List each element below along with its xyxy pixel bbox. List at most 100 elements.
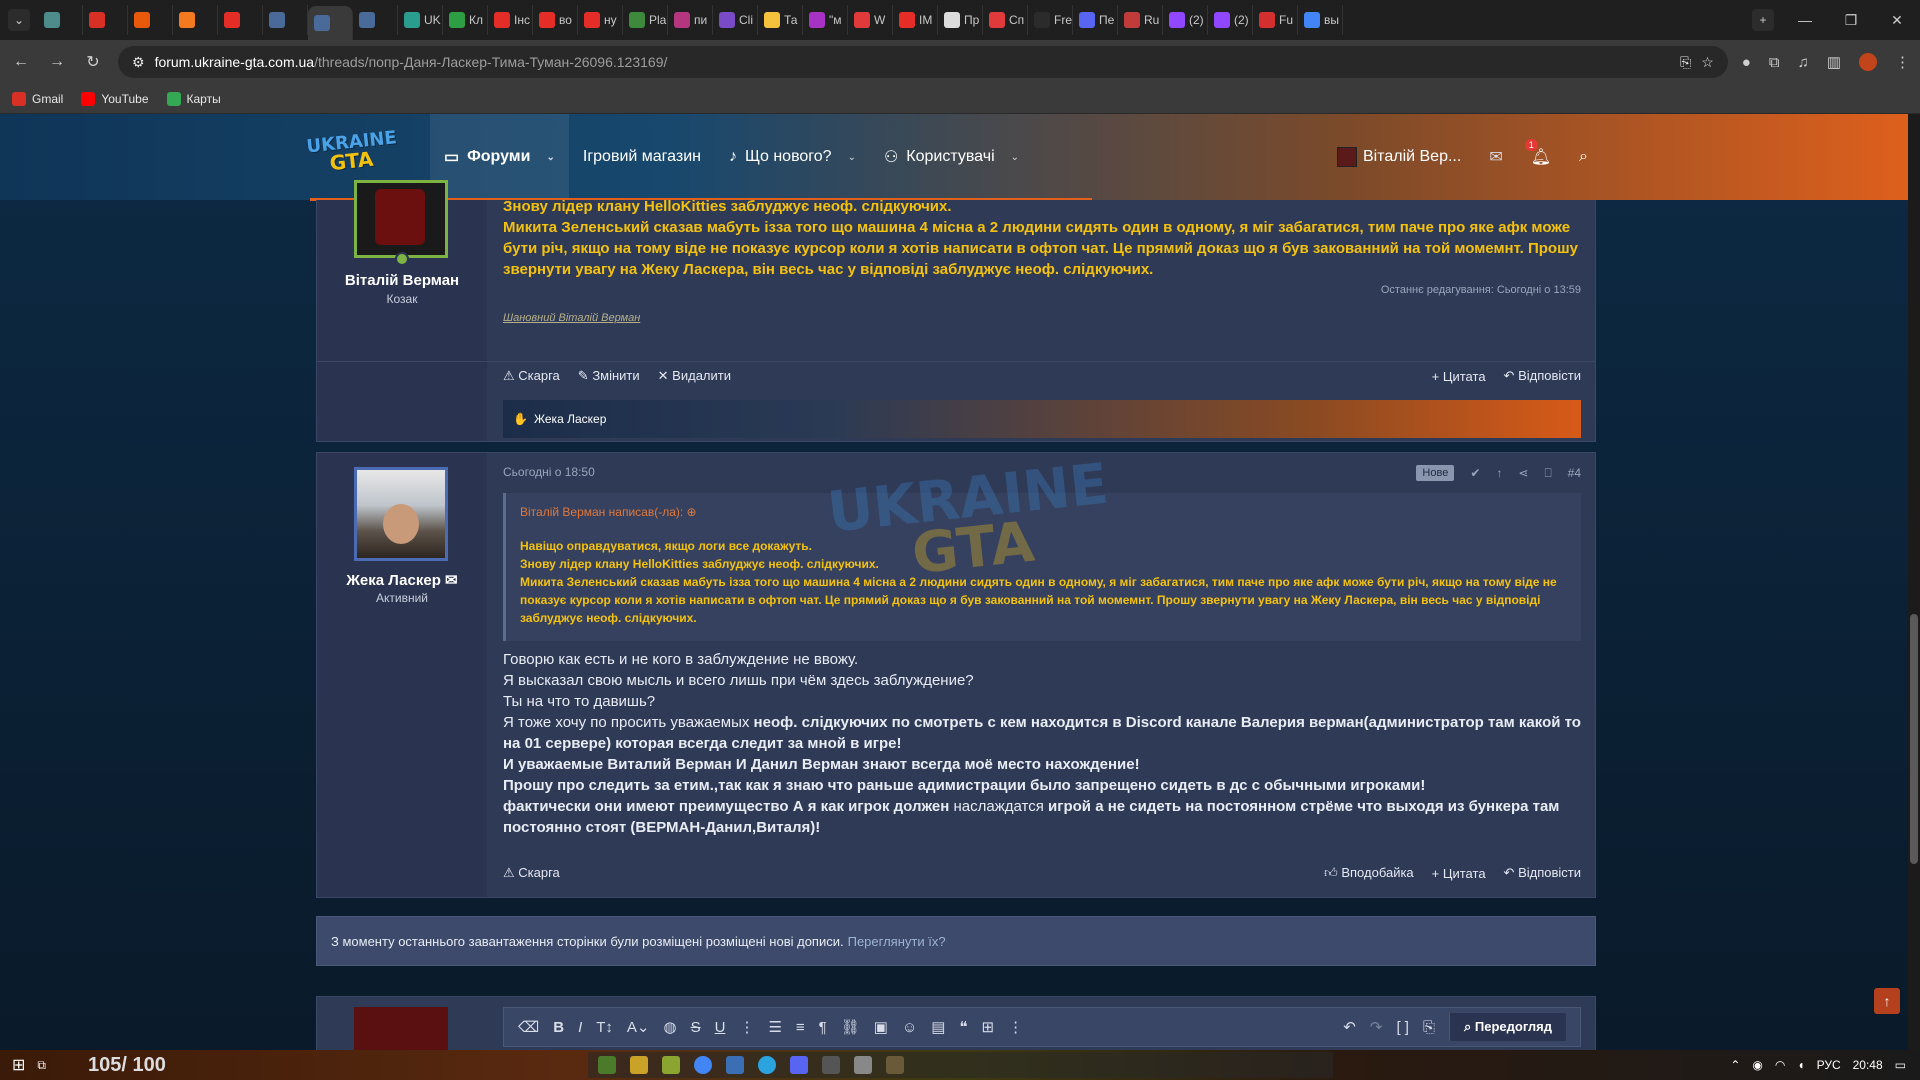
avatar[interactable] [354,1007,448,1050]
table-icon[interactable]: ⊞ [982,1018,995,1036]
post-number[interactable]: #4 [1568,466,1581,480]
paragraph-icon[interactable]: ¶ [819,1019,827,1036]
post-author-name[interactable]: Віталій Верман [317,272,487,289]
browser-tab[interactable] [218,5,263,35]
minimize-button[interactable]: — [1782,12,1828,29]
browser-tab[interactable]: Сп [983,5,1028,35]
view-new-posts-link[interactable]: Переглянути їх? [848,934,946,949]
scroll-to-top-button[interactable]: ↑ [1874,988,1900,1014]
check-icon[interactable]: ✔ [1470,466,1480,480]
profile-avatar-icon[interactable] [1859,53,1877,71]
list-icon[interactable]: ☰ [768,1018,781,1036]
smiley-icon[interactable]: ☺ [902,1019,917,1036]
start-icon[interactable]: ⊞ [12,1055,25,1075]
browser-tab[interactable]: W [848,5,893,35]
browser-tab[interactable]: Fre [1028,5,1073,35]
image-icon[interactable]: ▣ [874,1018,888,1036]
post-action-like[interactable]: 👍︎ Вподобайка [1324,865,1414,881]
post-action-warning[interactable]: ⚠ Скарга [503,865,560,881]
search-icon[interactable]: ⌕ [1579,148,1588,166]
browser-tab[interactable]: Кл [443,5,488,35]
language-indicator[interactable]: РУС [1817,1058,1841,1072]
browser-tab[interactable]: пи [668,5,713,35]
quote-header[interactable]: Віталій Верман написав(-ла): ⊕ [520,505,697,519]
browser-tab[interactable]: Pla [623,5,668,35]
media-icon[interactable]: ▤ [931,1018,945,1036]
quote-icon[interactable]: ❝ [959,1018,967,1036]
app-icon[interactable] [822,1056,840,1074]
app-icon[interactable] [598,1056,616,1074]
volume-icon[interactable]: ◖ [1797,1058,1804,1072]
palette-icon[interactable]: ◍ [663,1018,676,1036]
post-action-warning[interactable]: ⚠ Скарга [503,368,560,384]
post-action-plus[interactable]: + Цитата [1432,866,1486,881]
bold-icon[interactable]: B [553,1019,564,1036]
browser-tab[interactable]: Cli [713,5,758,35]
chevron-down-icon[interactable]: ⌄ [1011,152,1019,163]
post-date[interactable]: Сьогодні о 18:50 [503,465,595,481]
browser-tab[interactable]: UK [398,5,443,35]
bbcode-toggle-icon[interactable]: [ ] [1396,1019,1409,1036]
app-icon[interactable] [630,1056,648,1074]
back-icon[interactable]: ← [10,53,32,71]
avatar[interactable] [354,180,448,258]
browser-tab[interactable] [308,6,353,40]
inbox-icon[interactable]: ✉ [1489,147,1502,167]
underline-icon[interactable]: U [715,1019,726,1036]
user-menu[interactable]: Віталій Вер... [1336,147,1461,167]
extensions-puzzle-icon[interactable]: ⧉ [1769,54,1780,71]
scrollbar-thumb[interactable] [1910,614,1918,864]
redo-icon[interactable]: ↷ [1370,1018,1383,1036]
reaction-user[interactable]: Жека Ласкер [534,412,606,426]
chevron-down-icon[interactable]: ⌄ [546,152,554,163]
post-author-name[interactable]: Жека Ласкер ✉ [317,571,487,589]
post-action-reply[interactable]: ↶ Відповісти [1504,865,1581,881]
media-control-icon[interactable]: ♫ [1798,54,1809,71]
alerts-button[interactable]: 1 🔔︎ [1524,139,1551,167]
font-icon[interactable]: A⌄ [627,1018,650,1036]
browser-tab[interactable]: ну [578,5,623,35]
preview-button[interactable]: ⌕ Передогляд [1448,1013,1566,1041]
browser-tab[interactable] [83,5,128,35]
notifications-icon[interactable]: ▭ [1895,1058,1906,1072]
chrome-icon[interactable] [694,1056,712,1074]
nav-item[interactable]: ▭ Форуми ⌄ [430,114,569,200]
discord-icon[interactable] [790,1056,808,1074]
app-icon[interactable] [662,1056,680,1074]
restore-button[interactable]: ❐ [1828,12,1874,29]
bookmark-item[interactable]: Gmail [12,91,63,106]
app-icon[interactable] [886,1056,904,1074]
arrow-up-icon[interactable]: ↑ [1496,466,1502,480]
steam-icon[interactable]: ◉ [1752,1058,1762,1072]
bookmark-star-icon[interactable]: ☆ [1701,54,1714,71]
chevron-down-icon[interactable]: ⌄ [848,152,856,163]
site-info-icon[interactable]: ⚙ [132,54,145,71]
browser-tab[interactable] [128,5,173,35]
site-logo[interactable]: UKRAINE GTA [306,127,398,185]
italic-icon[interactable]: I [578,1019,582,1036]
drafts-icon[interactable]: ⎘ [1423,1019,1435,1036]
nav-item[interactable]: Ігровий магазин [569,114,715,200]
browser-tab[interactable]: (2) [1208,5,1253,35]
browser-tab[interactable]: IM [893,5,938,35]
task-view-icon[interactable]: ⧉ [37,1058,46,1073]
post-action-reply[interactable]: ↶ Відповісти [1504,368,1581,384]
bookmark-item[interactable]: YouTube [81,91,149,106]
post-action-delete[interactable]: ✕ Видалити [658,368,731,384]
close-window-button[interactable]: ✕ [1874,12,1920,29]
forward-icon[interactable]: → [46,53,68,71]
page-scrollbar[interactable] [1908,114,1920,1050]
browser-tab[interactable] [173,5,218,35]
browser-tab[interactable]: во [533,5,578,35]
tray-expand-icon[interactable]: ⌃ [1730,1058,1740,1072]
browser-tab[interactable]: Пр [938,5,983,35]
browser-tab[interactable]: "м [803,5,848,35]
nav-item[interactable]: ⚇ Користувачі ⌄ [870,114,1033,200]
strikethrough-icon[interactable]: S [691,1019,701,1036]
browser-tab[interactable]: (2) [1163,5,1208,35]
eraser-icon[interactable]: ⌫ [518,1018,539,1036]
more-insert-icon[interactable]: ⋮ [1008,1018,1023,1036]
wifi-icon[interactable]: ◠ [1775,1058,1785,1072]
install-app-icon[interactable]: ⎘ [1680,54,1691,71]
app-icon[interactable] [854,1056,872,1074]
